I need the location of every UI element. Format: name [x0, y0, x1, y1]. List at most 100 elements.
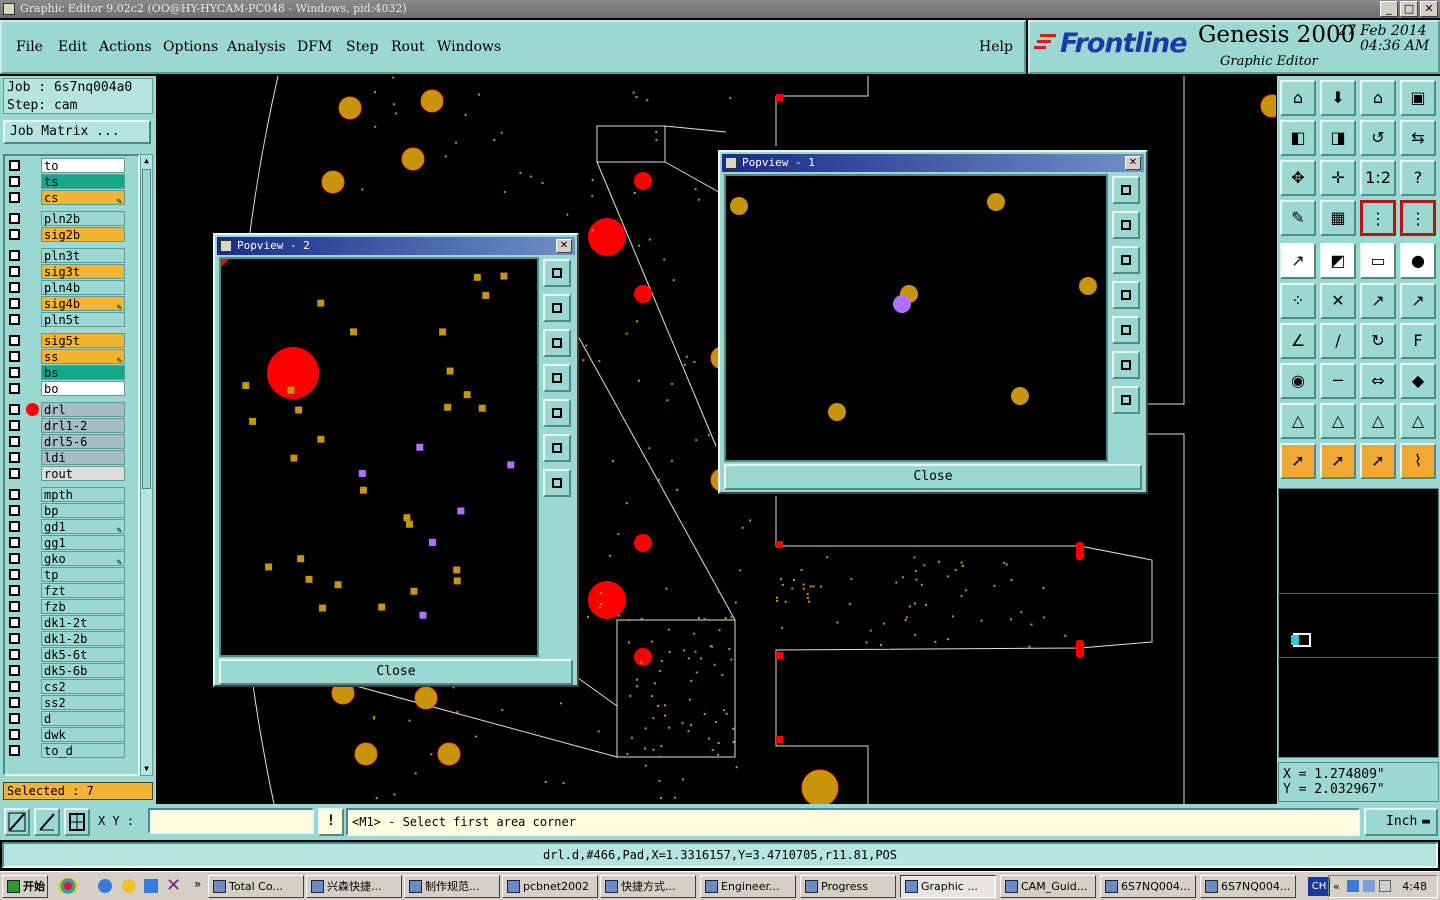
layer-row[interactable]: gg1: [5, 535, 138, 550]
taskbar-item[interactable]: pcbnet2002: [502, 875, 598, 898]
layer-checkbox[interactable]: [9, 314, 20, 325]
popview-tool-button[interactable]: [1112, 281, 1140, 309]
layer-row[interactable]: to_d: [5, 743, 138, 758]
layer-row[interactable]: dk5-6t: [5, 647, 138, 662]
tool-button[interactable]: ⋮: [1360, 200, 1396, 236]
layer-row[interactable]: pln3t: [5, 248, 138, 263]
tool-button[interactable]: F: [1400, 323, 1436, 359]
layer-name[interactable]: pln2b: [41, 211, 125, 226]
taskbar-item[interactable]: Total Co...: [208, 875, 304, 898]
browser-icon[interactable]: [144, 879, 158, 893]
layer-list-scrollbar[interactable]: ▲ ▼: [140, 154, 153, 776]
layer-checkbox[interactable]: [9, 617, 20, 628]
tool-button[interactable]: ◆: [1400, 363, 1436, 399]
popview-tool-button[interactable]: [1112, 386, 1140, 414]
layer-row[interactable]: dk1-2b: [5, 631, 138, 646]
popview-tool-button[interactable]: [1112, 176, 1140, 204]
qq-icon[interactable]: [58, 878, 78, 894]
taskbar-item[interactable]: Progress: [800, 875, 896, 898]
menu-analysis[interactable]: Analysis: [227, 39, 286, 55]
layer-row[interactable]: drl: [5, 402, 138, 417]
taskbar-item[interactable]: 6S7NQ004...: [1100, 875, 1196, 898]
layer-checkbox[interactable]: [9, 681, 20, 692]
menu-dfm[interactable]: DFM: [297, 39, 332, 55]
popview-1-titlebar[interactable]: Popview - 1 ✕: [722, 154, 1144, 172]
popview-tool-button[interactable]: [543, 329, 571, 357]
layer-row[interactable]: gd1 ✎: [5, 519, 138, 536]
popview-tool-button[interactable]: [1112, 351, 1140, 379]
layer-row[interactable]: rout: [5, 466, 138, 481]
layer-name[interactable]: pln4b: [41, 280, 125, 295]
units-selector[interactable]: Inch ▬: [1364, 808, 1438, 836]
tool-button[interactable]: ▭: [1360, 243, 1396, 279]
tool-button[interactable]: ↻: [1360, 323, 1396, 359]
tool-button[interactable]: ⋮: [1400, 200, 1436, 236]
layer-name[interactable]: bp: [41, 503, 125, 518]
layer-name[interactable]: cs ✎: [41, 190, 125, 207]
layer-name[interactable]: sig3t: [41, 264, 125, 279]
layer-row[interactable]: pln4b: [5, 280, 138, 295]
tool-button[interactable]: 1:2: [1360, 160, 1396, 196]
layer-checkbox[interactable]: [9, 383, 20, 394]
network-icon[interactable]: [1347, 880, 1359, 892]
layer-checkbox[interactable]: [9, 468, 20, 479]
layer-row[interactable]: ts: [5, 174, 138, 189]
tool-button[interactable]: ⌂: [1360, 80, 1396, 116]
taskbar-item[interactable]: 制作规范...: [404, 875, 500, 898]
layer-checkbox[interactable]: [9, 250, 20, 261]
popview-tool-button[interactable]: [543, 399, 571, 427]
layer-name[interactable]: bs: [41, 365, 125, 380]
layer-checkbox[interactable]: [9, 404, 20, 415]
layer-name[interactable]: dwk: [41, 727, 125, 742]
tool-button[interactable]: ↗: [1280, 243, 1316, 279]
layer-checkbox[interactable]: [9, 585, 20, 596]
ie-icon[interactable]: [98, 879, 112, 893]
popview-1-close-button[interactable]: Close: [724, 464, 1142, 490]
layer-name[interactable]: to: [41, 158, 125, 173]
popview-2-titlebar[interactable]: Popview - 2 ✕: [217, 237, 575, 255]
layer-name[interactable]: ts: [41, 174, 125, 189]
tool-button[interactable]: ⇆: [1400, 120, 1436, 156]
layer-checkbox[interactable]: [9, 537, 20, 548]
tool-button[interactable]: ◉: [1280, 363, 1316, 399]
layer-row[interactable]: dk5-6b: [5, 663, 138, 678]
menu-edit[interactable]: Edit: [58, 39, 87, 55]
tool-button[interactable]: /: [1320, 323, 1356, 359]
tool-button[interactable]: △: [1360, 403, 1396, 439]
layer-row[interactable]: cs2: [5, 679, 138, 694]
minimize-button[interactable]: _: [1380, 1, 1398, 17]
layer-row[interactable]: dwk: [5, 727, 138, 742]
tool-button[interactable]: ▣: [1400, 80, 1436, 116]
tool-button[interactable]: ↗: [1400, 283, 1436, 319]
popview-tool-button[interactable]: [1112, 316, 1140, 344]
layer-row[interactable]: pln5t: [5, 312, 138, 327]
layer-checkbox[interactable]: [9, 729, 20, 740]
layer-checkbox[interactable]: [9, 452, 20, 463]
grid-snap-button[interactable]: [64, 808, 90, 836]
layer-row[interactable]: ss2: [5, 695, 138, 710]
popview-tool-button[interactable]: [543, 364, 571, 392]
overview-map[interactable]: [1278, 488, 1439, 758]
layer-checkbox[interactable]: [9, 489, 20, 500]
close-window-button[interactable]: ✕: [1420, 1, 1438, 17]
popview-tool-button[interactable]: [543, 469, 571, 497]
layer-checkbox[interactable]: [9, 697, 20, 708]
tool-button[interactable]: ?: [1400, 160, 1436, 196]
scroll-down-icon[interactable]: ▼: [142, 764, 151, 774]
layer-name[interactable]: dk1-2b: [41, 631, 125, 646]
tool-button[interactable]: ●: [1400, 243, 1436, 279]
layer-row[interactable]: bo: [5, 381, 138, 396]
menu-actions[interactable]: Actions: [99, 39, 152, 55]
layer-name[interactable]: cs2: [41, 679, 125, 694]
layer-checkbox[interactable]: [9, 282, 20, 293]
layer-name[interactable]: mpth: [41, 487, 125, 502]
tool-button[interactable]: ➚: [1360, 443, 1396, 479]
job-matrix-button[interactable]: Job Matrix ...: [3, 120, 151, 144]
layer-row[interactable]: dk1-2t: [5, 615, 138, 630]
popview-tool-button[interactable]: [543, 434, 571, 462]
layer-checkbox[interactable]: [9, 192, 20, 203]
popview-2-close-button[interactable]: Close: [219, 659, 573, 685]
layer-checkbox[interactable]: [9, 367, 20, 378]
security-icon[interactable]: [1379, 880, 1391, 892]
x-app-icon[interactable]: ✕: [166, 875, 181, 896]
